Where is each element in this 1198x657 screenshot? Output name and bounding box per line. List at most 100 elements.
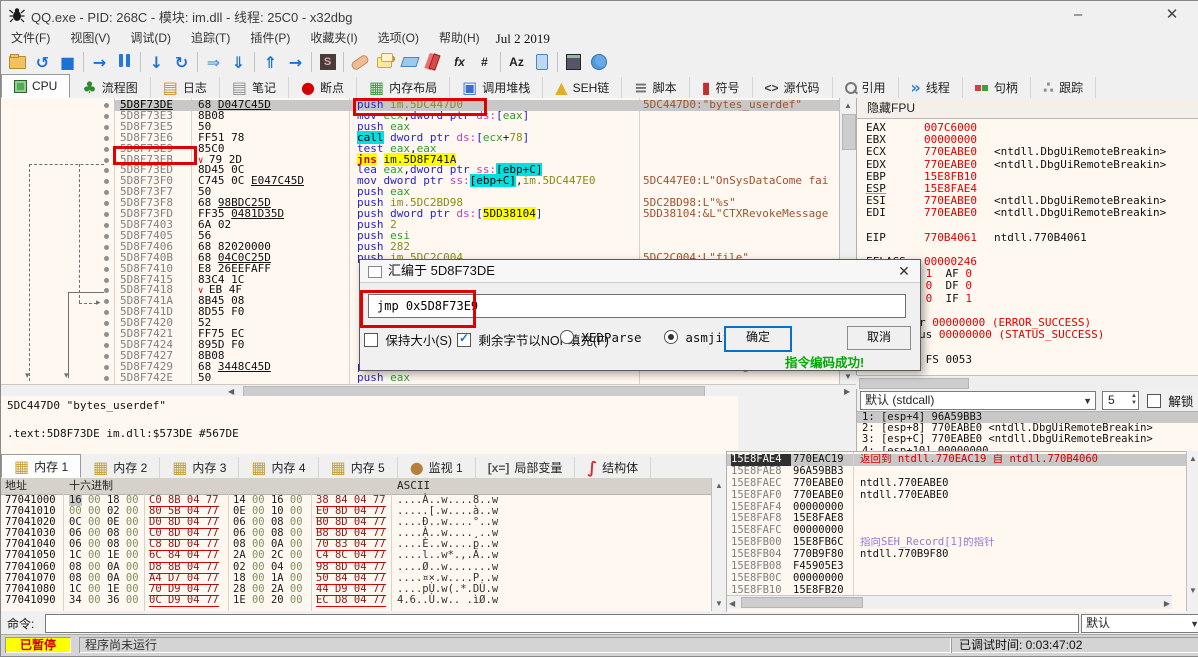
disasm-row[interactable]: 5D8F742E 50 push eax	[1, 372, 839, 384]
tab-脚本[interactable]: ≡ 脚本	[622, 77, 690, 98]
stack-pane[interactable]: 15E8FAE4 770EAC19 返回到 ntdll.770EAC19 自 ntd…	[726, 451, 1187, 612]
tab-SEH链[interactable]: ▲ SEH链	[543, 77, 623, 98]
patches-button[interactable]	[347, 50, 372, 74]
menu-item-5[interactable]: 收藏夹(I)	[300, 29, 367, 48]
stack-vscrollbar[interactable]: ▲ ▼	[1186, 451, 1198, 611]
unlock-checkbox[interactable]	[1147, 393, 1161, 408]
pause-button[interactable]	[112, 50, 137, 74]
breakpoint-dot[interactable]	[104, 277, 109, 283]
register-line[interactable]: EAX 007C6000	[866, 121, 1196, 134]
menu-item-4[interactable]: 插件(P)	[240, 29, 300, 48]
breakpoint-dot[interactable]	[104, 299, 109, 305]
tab-内存布局[interactable]: ▦ 内存布局	[357, 77, 451, 98]
menu-item-1[interactable]: 视图(V)	[60, 29, 120, 48]
tab-句柄[interactable]: 句柄	[963, 77, 1031, 98]
breakpoint-dot[interactable]	[104, 332, 109, 338]
breakpoint-dot[interactable]	[104, 168, 109, 174]
breakpoint-dot[interactable]	[104, 375, 109, 381]
bookmarks-button[interactable]	[422, 50, 447, 74]
title-bar[interactable]: QQ.exe - PID: 268C - 模块: im.dll - 线程: 25…	[1, 1, 1198, 29]
register-line[interactable]: EDI 770EABE0 <ntdll.DbgUiRemoteBreakin>	[866, 207, 1196, 219]
dump-row[interactable]: 77041090 34 00 36 00 0C D9 04 77 1E 00 20 0…	[1, 594, 711, 607]
command-mode-select[interactable]: 默认 ▼	[1081, 614, 1198, 633]
tab-内存 5[interactable]: ▦ 内存 5	[319, 457, 398, 478]
stack-row[interactable]: 15E8FAF0 770EABE0 ntdll.770EABE0	[727, 489, 1187, 502]
run-trace-button[interactable]: ⇓	[226, 50, 251, 74]
breakpoint-dot[interactable]	[104, 146, 109, 152]
tab-跟踪[interactable]: ∴ 跟踪	[1031, 77, 1097, 98]
registers-hscrollbar[interactable]	[857, 375, 1198, 390]
breakpoint-dot[interactable]	[104, 103, 109, 108]
register-line[interactable]	[866, 244, 1196, 256]
hex-dump-pane[interactable]: 地址 十六进制 ASCII 77041000 16 00 18 00 C0 8B 0…	[1, 478, 711, 611]
tab-局部变量[interactable]: [x=] 局部变量	[476, 457, 576, 478]
breakpoint-dot[interactable]	[104, 321, 109, 327]
tab-监视 1[interactable]: ● 监视 1	[398, 457, 476, 478]
step-out-button[interactable]: ⇑	[258, 50, 283, 74]
tab-内存 1[interactable]: ▦ 内存 1	[1, 454, 82, 478]
register-line[interactable]: EBP 15E8FB10	[866, 170, 1196, 183]
menu-item-7[interactable]: 帮助(H)	[429, 29, 490, 48]
tab-笔记[interactable]: ▤ 笔记	[220, 77, 289, 98]
breakpoint-dot[interactable]	[104, 310, 109, 316]
scylla-button[interactable]: S	[315, 50, 340, 74]
internet-button[interactable]	[586, 50, 611, 74]
stepper-up-icon[interactable]: ▲	[1131, 393, 1137, 400]
argument-row[interactable]: 3: [esp+C] 770EABE0 <ntdll.DbgUiRemoteBr…	[857, 434, 1198, 445]
tab-内存 3[interactable]: ▦ 内存 3	[160, 457, 240, 478]
register-line[interactable]: EIP 770B4061 ntdll.770B4061	[866, 231, 1196, 244]
tab-符号[interactable]: ▮ 符号	[690, 77, 753, 98]
run-to-user-code-button[interactable]: →☻	[283, 50, 398, 74]
dialog-close-icon[interactable]: ✕	[894, 260, 914, 282]
strings-button[interactable]: Az	[504, 50, 529, 74]
minimize-button[interactable]: –	[1063, 3, 1093, 27]
stack-row[interactable]: 15E8FAEC 770EABE0 ntdll.770EABE0	[727, 477, 1187, 490]
menu-item-2[interactable]: 调试(D)	[120, 29, 181, 48]
stepper-down-icon[interactable]: ▼	[1131, 400, 1137, 407]
labels-button[interactable]	[397, 50, 422, 74]
restart-button[interactable]: ↺	[30, 50, 55, 74]
close-button[interactable]: ✕	[1157, 3, 1187, 27]
cancel-button[interactable]: 取消	[847, 326, 911, 350]
tab-源代码[interactable]: <> 源代码	[753, 77, 833, 98]
keep-size-checkbox[interactable]	[364, 333, 378, 347]
breakpoint-dot[interactable]	[104, 135, 109, 141]
stack-row[interactable]: 15E8FB0C 00000000	[727, 572, 1187, 585]
menu-item-3[interactable]: 追踪(T)	[181, 29, 240, 48]
hide-fpu-button[interactable]: 隐藏FPU	[857, 98, 1198, 119]
breakpoint-dot[interactable]	[104, 212, 109, 218]
comments-button[interactable]	[372, 50, 397, 74]
breakpoint-dot[interactable]	[104, 113, 109, 119]
arg-count-stepper[interactable]: 5 ▲ ▼	[1102, 390, 1139, 410]
ok-button[interactable]: 确定	[724, 326, 792, 352]
calculator-button[interactable]	[561, 50, 586, 74]
tab-引用[interactable]: 引用	[833, 77, 899, 98]
run-to-cursor-button[interactable]: ⇒	[201, 50, 226, 74]
breakpoint-dot[interactable]	[104, 222, 109, 228]
dump-vscrollbar[interactable]: ▲ ▼	[711, 478, 727, 611]
command-input[interactable]	[45, 614, 1079, 633]
breakpoint-dot[interactable]	[104, 266, 109, 272]
functions-button[interactable]: fx	[447, 50, 472, 74]
register-line[interactable]: EDX 770EABE0 <ntdll.DbgUiRemoteBreakin>	[866, 158, 1196, 171]
hash-button[interactable]: #	[472, 50, 497, 74]
breakpoint-dot[interactable]	[104, 157, 109, 163]
tab-断点[interactable]: ● 断点	[289, 77, 357, 98]
stack-hscrollbar[interactable]: ◀ ▶	[727, 595, 1172, 609]
breakpoint-dot[interactable]	[104, 179, 109, 185]
stack-row[interactable]: 15E8FAE8 96A59BB3	[727, 465, 1187, 478]
tab-内存 2[interactable]: ▦ 内存 2	[81, 457, 161, 478]
breakpoint-dot[interactable]	[104, 244, 109, 250]
step-into-button[interactable]: ↓	[144, 50, 169, 74]
open-file-button[interactable]	[5, 50, 30, 74]
menu-item-6[interactable]: 选项(O)	[368, 29, 429, 48]
step-over-button[interactable]: ↻	[169, 50, 194, 74]
breakpoint-dot[interactable]	[104, 124, 109, 130]
breakpoint-dot[interactable]	[104, 342, 109, 348]
calling-convention-select[interactable]: 默认 (stdcall) ▼	[860, 390, 1096, 410]
breakpoint-dot[interactable]	[104, 353, 109, 359]
breakpoint-dot[interactable]	[104, 364, 109, 370]
run-button[interactable]: →	[87, 50, 112, 74]
breakpoint-dot[interactable]	[104, 190, 109, 196]
arguments-pane[interactable]: 1: [esp+4] 96A59BB3 2: [esp+8] 770EABE0 <…	[856, 411, 1198, 454]
